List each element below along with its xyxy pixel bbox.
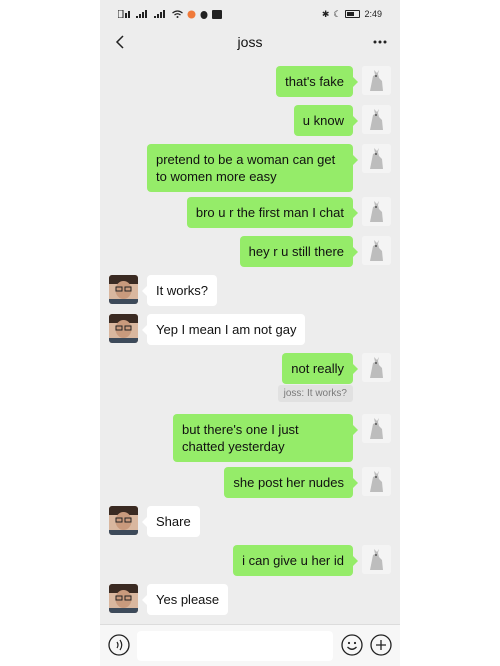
contact-avatar[interactable] xyxy=(109,275,138,304)
status-indicators xyxy=(118,9,222,19)
llama-avatar-icon xyxy=(362,66,391,95)
voice-icon xyxy=(108,634,130,656)
my-avatar[interactable] xyxy=(362,105,391,134)
quoted-message[interactable]: joss: It works? xyxy=(277,385,353,402)
chat-title: joss xyxy=(237,34,263,50)
emoji-icon xyxy=(341,634,363,656)
sent-bubble[interactable]: but there's one I just chatted yesterday xyxy=(173,414,358,462)
sent-bubble[interactable]: hey r u still there xyxy=(239,236,359,267)
llama-avatar-icon xyxy=(362,105,391,134)
received-bubble[interactable]: It works? xyxy=(141,275,218,306)
contact-avatar[interactable] xyxy=(109,506,138,535)
person-avatar-icon xyxy=(109,275,138,304)
status-time: 2:49 xyxy=(364,9,382,19)
plus-button[interactable] xyxy=(370,634,392,656)
back-button[interactable] xyxy=(108,30,132,54)
sent-bubble[interactable]: bro u r the first man I chat xyxy=(186,197,359,228)
chat-header: joss xyxy=(100,28,400,56)
person-avatar-icon xyxy=(109,506,138,535)
bluetooth-icon: ✱ xyxy=(321,8,330,19)
message-list[interactable]: that's fake u know pretend to be a woman… xyxy=(100,56,400,624)
app-icon xyxy=(212,9,222,19)
penguin-icon xyxy=(200,10,208,19)
status-bar: ✱ ☾ 2:49 xyxy=(100,0,400,28)
llama-avatar-icon xyxy=(362,467,391,496)
llama-avatar-icon xyxy=(362,353,391,382)
sent-bubble[interactable]: that's fake xyxy=(276,66,358,97)
sent-bubble[interactable]: i can give u her id xyxy=(233,545,358,576)
sent-bubble[interactable]: she post her nudes xyxy=(224,467,358,498)
notification-icon xyxy=(187,10,196,18)
phone-screen: ✱ ☾ 2:49 joss that's fake u know pretend… xyxy=(100,0,400,666)
my-avatar[interactable] xyxy=(362,66,391,95)
my-avatar[interactable] xyxy=(362,414,391,443)
more-options-button[interactable] xyxy=(368,30,392,54)
my-avatar[interactable] xyxy=(362,144,391,173)
more-icon xyxy=(373,40,387,44)
contact-avatar[interactable] xyxy=(109,314,138,343)
moon-icon: ☾ xyxy=(333,8,342,19)
voice-button[interactable] xyxy=(108,634,130,656)
sent-bubble[interactable]: not really xyxy=(282,353,358,384)
signal-icon xyxy=(136,10,147,18)
plus-icon xyxy=(370,634,392,656)
llama-avatar-icon xyxy=(362,197,391,226)
llama-avatar-icon xyxy=(362,545,391,574)
sim-icon xyxy=(118,10,130,18)
received-bubble[interactable]: Yep I mean I am not gay xyxy=(141,314,306,345)
signal-2-icon xyxy=(154,10,165,18)
llama-avatar-icon xyxy=(362,414,391,443)
my-avatar[interactable] xyxy=(362,545,391,574)
contact-avatar[interactable] xyxy=(109,584,138,613)
wifi-icon xyxy=(172,10,183,18)
chevron-left-icon xyxy=(115,35,124,49)
llama-avatar-icon xyxy=(362,236,391,265)
status-right: ✱ ☾ 2:49 xyxy=(322,9,382,20)
emoji-button[interactable] xyxy=(341,634,363,656)
my-avatar[interactable] xyxy=(362,197,391,226)
my-avatar[interactable] xyxy=(362,236,391,265)
person-avatar-icon xyxy=(109,584,138,613)
sent-bubble[interactable]: pretend to be a woman can get to women m… xyxy=(147,144,358,192)
received-bubble[interactable]: Yes please xyxy=(141,584,229,615)
message-input[interactable] xyxy=(137,631,333,661)
input-bar xyxy=(100,624,400,666)
received-bubble[interactable]: Share xyxy=(142,506,200,537)
my-avatar[interactable] xyxy=(362,467,391,496)
sent-bubble[interactable]: u know xyxy=(293,105,359,136)
battery-icon xyxy=(345,10,361,18)
my-avatar[interactable] xyxy=(362,353,391,382)
llama-avatar-icon xyxy=(362,144,391,173)
person-avatar-icon xyxy=(109,314,138,343)
